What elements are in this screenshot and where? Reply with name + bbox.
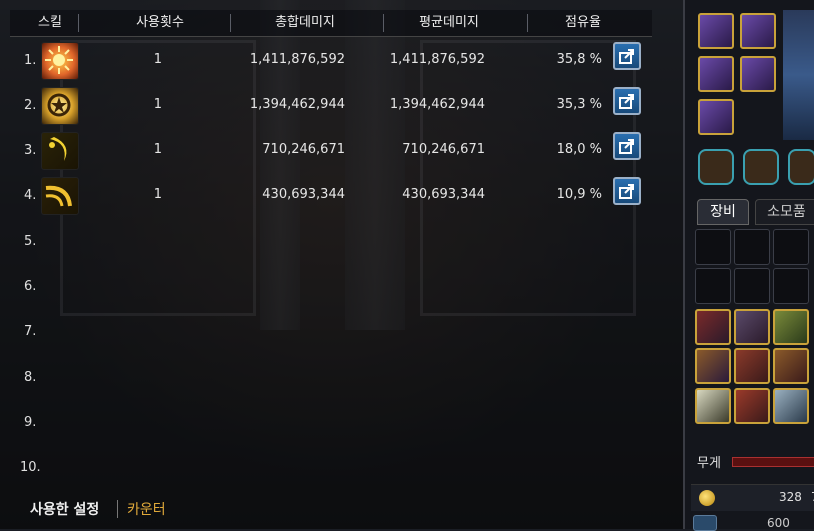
average-damage-value: 1,411,876,592: [389, 52, 485, 67]
inventory-slot[interactable]: [773, 229, 809, 265]
header-share: 점유율: [565, 15, 601, 30]
header-divider: [383, 14, 384, 32]
avatar-slot[interactable]: [698, 56, 734, 92]
tab-counter[interactable]: 카운터: [127, 499, 166, 519]
share-button[interactable]: [613, 177, 641, 205]
uses-value: 1: [153, 142, 162, 157]
inventory-slot[interactable]: [695, 309, 731, 345]
damage-row-empty: 5.: [10, 220, 652, 266]
inventory-action-button[interactable]: [698, 149, 734, 185]
total-damage-value: 430,693,344: [262, 187, 345, 202]
gold-amount: 328: [779, 490, 802, 504]
damage-row-empty: 10.: [10, 446, 652, 492]
inventory-slot[interactable]: [695, 348, 731, 384]
header-total-damage: 총합데미지: [275, 15, 335, 30]
share-arrow-icon: [619, 184, 634, 199]
inventory-slot[interactable]: [773, 348, 809, 384]
damage-row: 2. 1 1,394,462,944 1,394,462,944 35,3 %: [10, 84, 652, 130]
weight-label: 무게: [697, 456, 721, 471]
inventory-slot[interactable]: [695, 229, 731, 265]
avatar-slot[interactable]: [698, 99, 734, 135]
damage-row-empty: 8.: [10, 356, 652, 402]
damage-row: 4. 1 430,693,344 430,693,344 10,9 %: [10, 174, 652, 220]
wind-slash-icon: [41, 177, 79, 215]
header-average-damage: 평균데미지: [419, 15, 479, 30]
gold-coin-icon: [699, 490, 715, 506]
inventory-slot[interactable]: [773, 268, 809, 304]
row-rank: 10.: [20, 460, 41, 475]
average-damage-value: 1,394,462,944: [389, 97, 485, 112]
tab-equipment[interactable]: 장비: [697, 199, 749, 225]
damage-row: 3. 1 710,246,671 710,246,671 18,0 %: [10, 129, 652, 175]
header-divider: [230, 14, 231, 32]
average-damage-value: 710,246,671: [402, 142, 485, 157]
inventory-action-button[interactable]: [788, 149, 814, 185]
inventory-slot[interactable]: [734, 348, 770, 384]
weight-bar: [732, 457, 814, 467]
header-skill: 스킬: [38, 15, 62, 30]
row-rank: 3.: [24, 143, 37, 158]
crescent-slash-icon: [41, 132, 79, 170]
inventory-slot[interactable]: [734, 309, 770, 345]
star-burst-icon: [41, 87, 79, 125]
tab-divider: [117, 500, 118, 518]
avatar-slot[interactable]: [740, 13, 776, 49]
row-rank: 8.: [24, 370, 37, 385]
share-value: 35,8 %: [556, 52, 602, 67]
damage-row-empty: 9.: [10, 401, 652, 447]
row-rank: 5.: [24, 234, 37, 249]
meter-bottom-tabs: 사용한 설정 카운터: [10, 494, 652, 522]
avatar-slot[interactable]: [698, 13, 734, 49]
row-rank: 6.: [24, 279, 37, 294]
total-damage-value: 1,411,876,592: [249, 52, 345, 67]
tab-consumables[interactable]: 소모품: [755, 199, 814, 225]
share-button[interactable]: [613, 87, 641, 115]
inventory-panel: 장비 소모품 무게 328 7 600: [683, 0, 814, 531]
inventory-slot[interactable]: [773, 388, 809, 424]
total-damage-value: 1,394,462,944: [249, 97, 345, 112]
avatar-slot[interactable]: [740, 56, 776, 92]
inventory-slot[interactable]: [734, 268, 770, 304]
inventory-slot[interactable]: [695, 388, 731, 424]
header-divider: [78, 14, 79, 32]
share-arrow-icon: [619, 49, 634, 64]
row-rank: 1.: [24, 53, 37, 68]
bottom-value: 600: [767, 516, 790, 530]
row-rank: 2.: [24, 98, 37, 113]
share-value: 10,9 %: [556, 187, 602, 202]
row-rank: 4.: [24, 188, 37, 203]
average-damage-value: 430,693,344: [402, 187, 485, 202]
inventory-slot[interactable]: [695, 268, 731, 304]
share-arrow-icon: [619, 94, 634, 109]
header-divider: [527, 14, 528, 32]
damage-row-empty: 6.: [10, 265, 652, 311]
inventory-action-button[interactable]: [743, 149, 779, 185]
sun-burst-icon: [41, 42, 79, 80]
uses-value: 1: [153, 97, 162, 112]
tab-used-settings[interactable]: 사용한 설정: [30, 499, 99, 519]
share-button[interactable]: [613, 132, 641, 160]
inventory-slot[interactable]: [734, 388, 770, 424]
row-rank: 9.: [24, 415, 37, 430]
share-value: 18,0 %: [556, 142, 602, 157]
header-uses: 사용횟수: [136, 15, 184, 30]
share-value: 35,3 %: [556, 97, 602, 112]
uses-value: 1: [153, 52, 162, 67]
uses-value: 1: [153, 187, 162, 202]
inventory-slot[interactable]: [773, 309, 809, 345]
total-damage-value: 710,246,671: [262, 142, 345, 157]
character-preview: [783, 10, 814, 140]
damage-row: 1. 1 1,411,876,592 1,411,876,592 35,8 %: [10, 39, 652, 85]
row-rank: 7.: [24, 324, 37, 339]
share-button[interactable]: [613, 42, 641, 70]
share-arrow-icon: [619, 139, 634, 154]
inventory-slot[interactable]: [734, 229, 770, 265]
damage-meter-panel: 스킬 사용횟수 총합데미지 평균데미지 점유율 1. 1 1,411,876,5…: [10, 10, 652, 490]
damage-row-empty: 7.: [10, 310, 652, 356]
gold-row: 328 7: [691, 484, 814, 511]
